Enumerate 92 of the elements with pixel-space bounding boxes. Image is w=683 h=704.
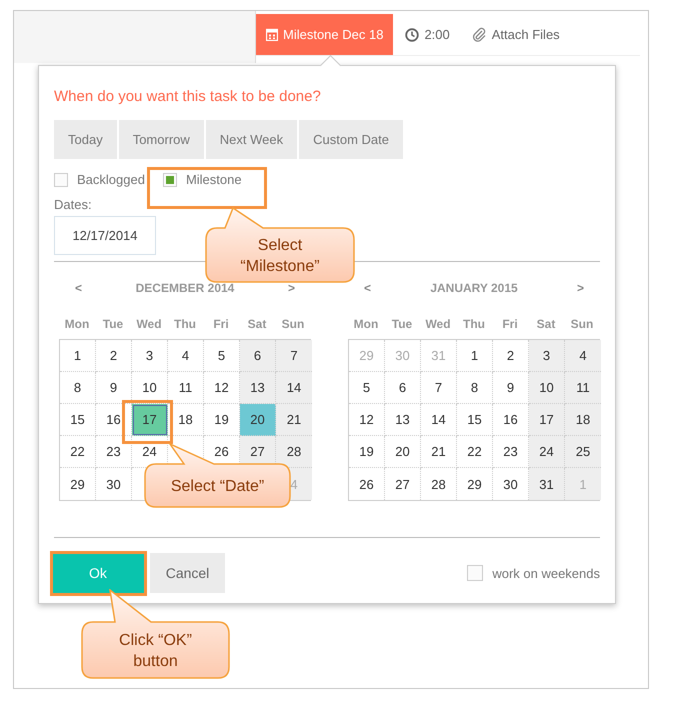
highlight-frame: [122, 400, 173, 444]
callout-tooltip: Select “Milestone”: [205, 207, 355, 283]
day-cell[interactable]: 9: [96, 372, 132, 404]
day-cell[interactable]: 6: [240, 340, 276, 372]
day-cell[interactable]: 25: [565, 436, 601, 468]
day-cell[interactable]: 13: [385, 404, 421, 436]
weekday-label: Sat: [246, 317, 268, 331]
day-cell[interactable]: 24: [529, 436, 565, 468]
day-cell[interactable]: 3: [132, 340, 168, 372]
weekday-label: Fri: [501, 317, 519, 331]
day-cell[interactable]: 16: [96, 404, 132, 436]
date-option-tab[interactable]: Custom Date: [299, 120, 403, 159]
day-cell[interactable]: 8: [60, 372, 96, 404]
day-cell[interactable]: 1: [60, 340, 96, 372]
day-cell[interactable]: 15: [457, 404, 493, 436]
day-cell[interactable]: 20: [385, 436, 421, 468]
day-cell[interactable]: 7: [421, 372, 457, 404]
date-field[interactable]: 12/17/2014: [54, 216, 156, 255]
day-cell[interactable]: 14: [276, 372, 312, 404]
clock-icon: [405, 28, 420, 42]
day-cell[interactable]: 23: [493, 436, 529, 468]
day-cell[interactable]: 11: [168, 372, 204, 404]
callout-tooltip: Click “OK” button: [81, 589, 230, 679]
day-cell[interactable]: 14: [421, 404, 457, 436]
weekday-label: Tue: [390, 317, 414, 331]
day-cell[interactable]: 11: [565, 372, 601, 404]
day-cell[interactable]: 9: [493, 372, 529, 404]
month-title: DECEMBER 2014: [136, 281, 234, 295]
date-option-tab[interactable]: Today: [54, 120, 117, 159]
month-title: JANUARY 2015: [430, 281, 518, 295]
date-option-tab[interactable]: Next Week: [206, 120, 298, 159]
day-cell[interactable]: 8: [457, 372, 493, 404]
previous-month-button[interactable]: <: [69, 281, 88, 295]
weekday-label: Sat: [536, 317, 556, 331]
checkbox[interactable]: [467, 565, 484, 581]
attach-files-link[interactable]: Attach Files: [492, 27, 560, 42]
day-cell[interactable]: 31: [529, 468, 565, 500]
weekday-label: Wed: [424, 317, 452, 331]
day-cell[interactable]: 18: [565, 404, 601, 436]
duration-label[interactable]: 2:00: [424, 27, 450, 42]
day-cell[interactable]: 15: [60, 404, 96, 436]
day-cell[interactable]: 6: [385, 372, 421, 404]
weekday-label: Sun: [570, 317, 594, 331]
weekday-label: Thu: [462, 317, 486, 331]
day-cell[interactable]: 19: [349, 436, 385, 468]
paperclip-icon: [472, 27, 487, 42]
checkbox-label[interactable]: work on weekends: [492, 566, 600, 580]
checkbox-label[interactable]: Backlogged: [77, 172, 145, 187]
checkbox[interactable]: [162, 172, 177, 186]
weekday-label: Fri: [212, 317, 230, 331]
checkbox[interactable]: [54, 172, 68, 186]
selected-day-cell[interactable]: 17: [132, 404, 168, 436]
previous-month-button[interactable]: <: [358, 281, 378, 295]
day-cell[interactable]: 22: [60, 436, 96, 468]
day-cell[interactable]: 3: [529, 340, 565, 372]
day-cell[interactable]: 4: [565, 340, 601, 372]
day-cell[interactable]: 12: [204, 372, 240, 404]
day-cell[interactable]: 22: [457, 436, 493, 468]
day-cell[interactable]: 19: [204, 404, 240, 436]
day-cell[interactable]: 21: [421, 436, 457, 468]
weekday-label: Mon: [352, 317, 380, 331]
day-cell[interactable]: 5: [204, 340, 240, 372]
day-cell[interactable]: 16: [493, 404, 529, 436]
day-cell[interactable]: 2: [493, 340, 529, 372]
weekday-label: Wed: [135, 317, 163, 331]
weekday-label: Tue: [102, 317, 124, 331]
weekday-label: Thu: [173, 317, 197, 331]
day-cell[interactable]: 21: [276, 404, 312, 436]
next-month-button[interactable]: >: [282, 281, 301, 295]
day-cell[interactable]: 18: [168, 404, 204, 436]
day-cell[interactable]: 10: [529, 372, 565, 404]
day-cell[interactable]: 7: [276, 340, 312, 372]
calendar-icon: [266, 28, 278, 41]
weekday-label: Sun: [280, 317, 306, 331]
day-cell[interactable]: 12: [349, 404, 385, 436]
day-cell[interactable]: 13: [240, 372, 276, 404]
day-cell[interactable]: 4: [168, 340, 204, 372]
milestone-day-cell[interactable]: 20: [240, 404, 276, 436]
dates-label: Dates:: [54, 197, 92, 212]
checkbox-label[interactable]: Milestone: [186, 172, 242, 187]
day-cell[interactable]: 1: [457, 340, 493, 372]
date-option-tab[interactable]: Tomorrow: [118, 120, 204, 159]
weekday-label: Mon: [64, 317, 90, 331]
day-cell[interactable]: 23: [96, 436, 132, 468]
day-cell[interactable]: 5: [349, 372, 385, 404]
day-cell[interactable]: 2: [96, 340, 132, 372]
day-cell[interactable]: 28: [276, 436, 312, 468]
day-cell[interactable]: 17: [529, 404, 565, 436]
cancel-button[interactable]: Cancel: [150, 553, 225, 593]
day-cell[interactable]: 10: [132, 372, 168, 404]
next-month-button[interactable]: >: [570, 281, 590, 295]
popup-question: When do you want this task to be done?: [54, 88, 322, 107]
